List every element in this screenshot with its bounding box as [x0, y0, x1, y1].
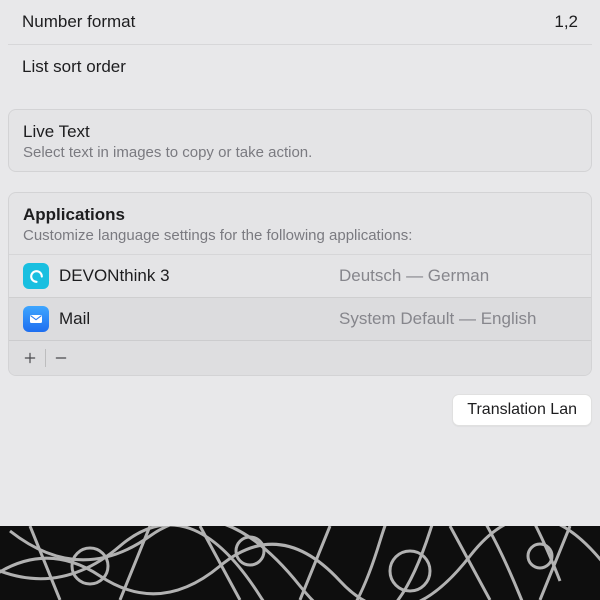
row-list-sort-order[interactable]: List sort order [8, 45, 592, 89]
group-live-text: Live Text Select text in images to copy … [8, 109, 592, 172]
app-name: DEVONthink 3 [59, 266, 229, 286]
applications-subtitle: Customize language settings for the foll… [23, 227, 577, 244]
live-text-title: Live Text [23, 122, 577, 142]
app-language: System Default — English [239, 309, 577, 329]
live-text-subtitle: Select text in images to copy or take ac… [23, 144, 577, 161]
number-format-label: Number format [22, 12, 135, 32]
list-sort-order-label: List sort order [22, 57, 126, 77]
app-name: Mail [59, 309, 229, 329]
app-row-devonthink[interactable]: DEVONthink 3 Deutsch — German [9, 254, 591, 297]
mail-app-icon [23, 306, 49, 332]
applications-list-toolbar [9, 340, 591, 375]
devonthink-app-icon [23, 263, 49, 289]
minus-icon [53, 350, 69, 366]
translation-languages-button[interactable]: Translation Lan [452, 394, 592, 426]
number-format-value: 1,2 [554, 12, 578, 32]
applications-title: Applications [23, 205, 577, 225]
group-applications: Applications Customize language settings… [8, 192, 592, 376]
row-number-format[interactable]: Number format 1,2 [8, 0, 592, 45]
add-button[interactable] [15, 345, 45, 371]
app-row-mail[interactable]: Mail System Default — English [9, 297, 591, 340]
remove-button[interactable] [46, 345, 76, 371]
plus-icon [22, 350, 38, 366]
app-language: Deutsch — German [239, 266, 577, 286]
desktop-wallpaper [0, 526, 600, 600]
applications-list: DEVONthink 3 Deutsch — German Mail Syste… [9, 254, 591, 340]
